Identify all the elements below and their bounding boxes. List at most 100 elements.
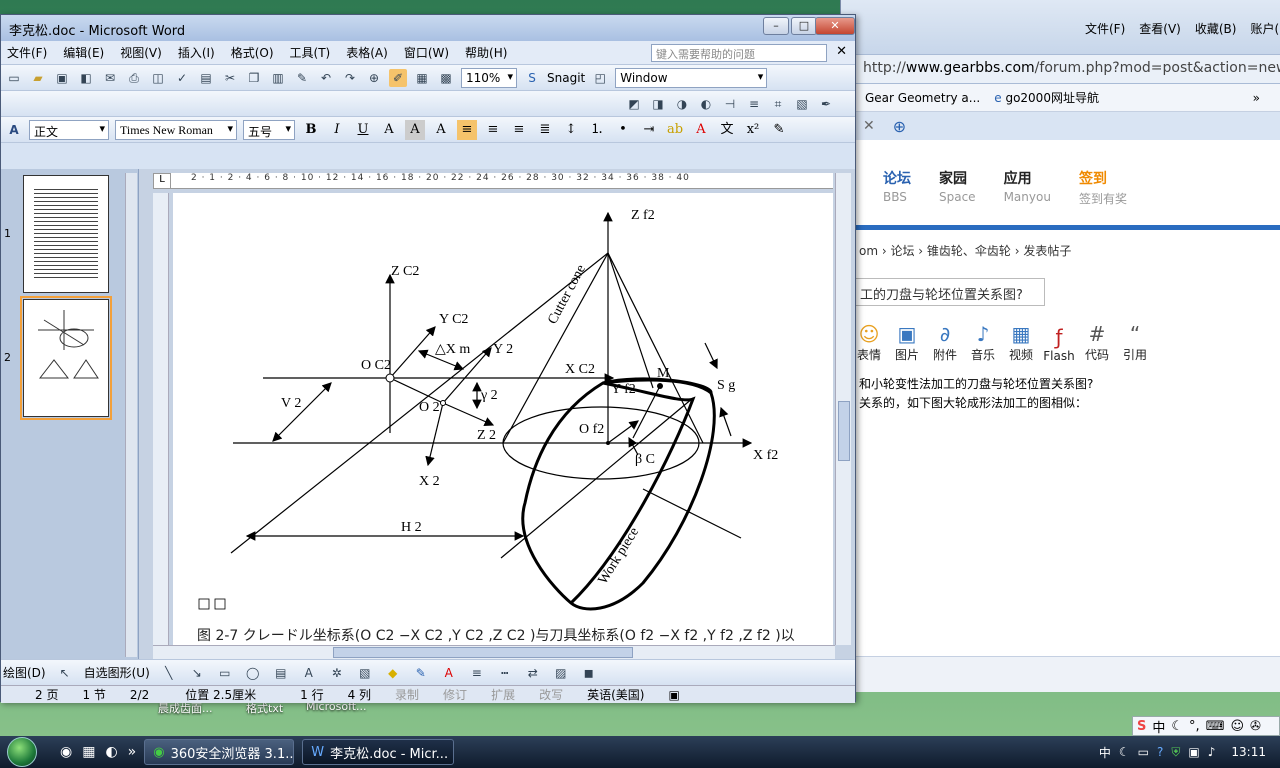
close-document-icon[interactable]: ✕ <box>836 44 847 59</box>
scroll-thumb[interactable] <box>838 401 850 461</box>
print-icon[interactable]: ⎙ <box>125 69 143 87</box>
snagit-capture-icon[interactable]: ◰ <box>591 69 609 87</box>
textbox-icon[interactable]: ▤ <box>272 664 290 682</box>
tray-moon-icon[interactable]: ☾ <box>1119 745 1130 759</box>
minimize-button[interactable]: – <box>763 17 789 35</box>
justify-icon[interactable]: ≣ <box>535 120 555 140</box>
tray-network-icon[interactable]: ▣ <box>1188 745 1199 759</box>
document-page[interactable]: Z f2 Z C2 Y C2 Y 2 △X m O C2 X C2 M S g … <box>173 193 833 645</box>
nav-checkin[interactable]: 签到 签到有奖 <box>1079 168 1127 225</box>
table-icon[interactable]: ▦ <box>413 69 431 87</box>
undo-icon[interactable]: ↶ <box>317 69 335 87</box>
menu-table[interactable]: 表格(A) <box>346 44 388 61</box>
nav-home[interactable]: 家园 Space <box>939 168 976 225</box>
maximize-button[interactable]: □ <box>791 17 817 35</box>
sogou-icon[interactable]: S <box>1137 719 1146 734</box>
snagit-icon[interactable]: S <box>523 69 541 87</box>
bold-button[interactable]: B <box>301 120 321 140</box>
status-rec[interactable]: 录制 <box>383 686 431 703</box>
menu-view[interactable]: 视图(V) <box>120 44 162 61</box>
image-button[interactable]: ▣ 图片 <box>893 322 921 363</box>
moon-icon[interactable]: ☾ <box>1171 719 1183 734</box>
indent-icon[interactable]: ⇥ <box>639 120 659 140</box>
clear-format-icon[interactable]: x² <box>743 120 763 140</box>
font-select[interactable]: Times New Roman <box>115 119 237 140</box>
char-shading-icon[interactable]: A <box>405 119 425 140</box>
char-border-icon[interactable]: A <box>379 120 399 140</box>
arrow-icon[interactable]: ↘ <box>188 664 206 682</box>
browser-menu-view[interactable]: 查看(V) <box>1139 20 1181 37</box>
diagram-icon[interactable]: ✲ <box>328 664 346 682</box>
tab-selector[interactable]: L <box>153 173 171 189</box>
menu-edit[interactable]: 编辑(E) <box>63 44 104 61</box>
vertical-ruler[interactable] <box>153 193 169 645</box>
align-icon[interactable]: ⊣ <box>721 95 739 113</box>
breadcrumb-item[interactable]: 论坛 <box>890 244 914 258</box>
snagit-target-select[interactable]: Window <box>615 67 768 88</box>
taskbar-item-word[interactable]: W 李克松.doc - Micr... <box>302 739 455 765</box>
open-folder-icon[interactable]: ▰ <box>29 69 47 87</box>
style-select[interactable]: 正文 <box>29 119 109 140</box>
clock[interactable]: 13:11 <box>1231 745 1266 759</box>
status-ovr[interactable]: 改写 <box>527 686 575 703</box>
nav-forum[interactable]: 论坛 BBS <box>883 168 911 225</box>
post-title-input[interactable]: 工的刀盘与轮坯位置关系图? <box>855 278 1045 306</box>
page-thumbnail[interactable] <box>23 175 109 293</box>
attachment-button[interactable]: ∂ 附件 <box>931 322 959 363</box>
permission-icon[interactable]: ◧ <box>77 69 95 87</box>
tray-shield-icon[interactable]: ⛨ <box>1171 745 1180 760</box>
numbering-icon[interactable]: ⒈ <box>587 120 607 140</box>
spelling-icon[interactable]: ✓ <box>173 69 191 87</box>
phonetic-icon[interactable]: 文 <box>717 120 737 140</box>
menu-help[interactable]: 帮助(H) <box>465 44 507 61</box>
drawing-toggle-icon[interactable]: ✐ <box>389 68 407 87</box>
copy-icon[interactable]: ❐ <box>245 69 263 87</box>
flash-button[interactable]: ƒ Flash <box>1043 325 1074 363</box>
wrap-icon[interactable]: ◐ <box>697 95 715 113</box>
fill-color-icon[interactable]: ◆ <box>384 664 402 682</box>
draw-menu[interactable]: 绘图(D) <box>3 664 46 681</box>
crop-icon[interactable]: ⌗ <box>769 95 787 113</box>
italic-button[interactable]: I <box>327 120 347 140</box>
chevron-right-icon[interactable]: » <box>1253 91 1260 105</box>
menu-tools[interactable]: 工具(T) <box>290 44 331 61</box>
tray-volume-icon[interactable]: ♪ <box>1208 745 1216 759</box>
shadow-icon[interactable]: ▨ <box>552 664 570 682</box>
browser-menu-favorites[interactable]: 收藏(B) <box>1195 20 1237 37</box>
pen-icon[interactable]: ✒ <box>817 95 835 113</box>
ime-mode[interactable]: 中 <box>1152 717 1165 736</box>
video-button[interactable]: ▦ 视频 <box>1007 322 1035 363</box>
tray-help-icon[interactable]: ? <box>1157 745 1163 759</box>
font-color-icon[interactable]: A <box>691 120 711 140</box>
media-quicklaunch-icon[interactable]: ◐ <box>105 744 117 760</box>
browser-quicklaunch-icon[interactable]: ◉ <box>60 744 72 760</box>
align-left-icon[interactable]: ≡ <box>457 119 477 140</box>
browser-scrollbar[interactable] <box>841 656 1280 692</box>
line-spacing-icon[interactable]: ↕ <box>561 120 581 140</box>
menu-insert[interactable]: 插入(I) <box>178 44 215 61</box>
wordart-icon[interactable]: A <box>300 664 318 682</box>
snagit-button[interactable]: Snagit <box>547 71 585 85</box>
border-pen-icon[interactable]: ✎ <box>769 120 789 140</box>
char-scale-icon[interactable]: A <box>431 120 451 140</box>
save-icon[interactable]: ▣ <box>53 69 71 87</box>
breadcrumb-item[interactable]: 锥齿轮、伞齿轮 <box>927 244 1011 258</box>
underline-button[interactable]: U <box>353 120 373 140</box>
punctuation-icon[interactable]: °, <box>1189 719 1200 734</box>
canvas-expand-icon[interactable]: ◨ <box>649 95 667 113</box>
vertical-scrollbar[interactable] <box>835 173 851 645</box>
oval-icon[interactable]: ◯ <box>244 664 262 682</box>
browser-menu-file[interactable]: 文件(F) <box>1085 20 1125 37</box>
cut-icon[interactable]: ✂ <box>221 69 239 87</box>
address-bar[interactable]: http://www.gearbbs.com/forum.php?mod=pos… <box>841 54 1280 84</box>
horizontal-scrollbar[interactable] <box>153 645 835 659</box>
highlight-icon[interactable]: ab <box>665 120 685 140</box>
arrow-style-icon[interactable]: ⇄ <box>524 664 542 682</box>
line-color-icon[interactable]: ✎ <box>412 664 430 682</box>
font-size-select[interactable]: 五号 <box>243 119 295 140</box>
thumbnail-scrollbar[interactable] <box>125 173 137 657</box>
wrench-icon[interactable]: ✇ <box>1250 719 1261 734</box>
line-style-icon[interactable]: ≡ <box>745 95 763 113</box>
paste-icon[interactable]: ▥ <box>269 69 287 87</box>
chevron-right-icon[interactable]: » <box>128 744 137 760</box>
